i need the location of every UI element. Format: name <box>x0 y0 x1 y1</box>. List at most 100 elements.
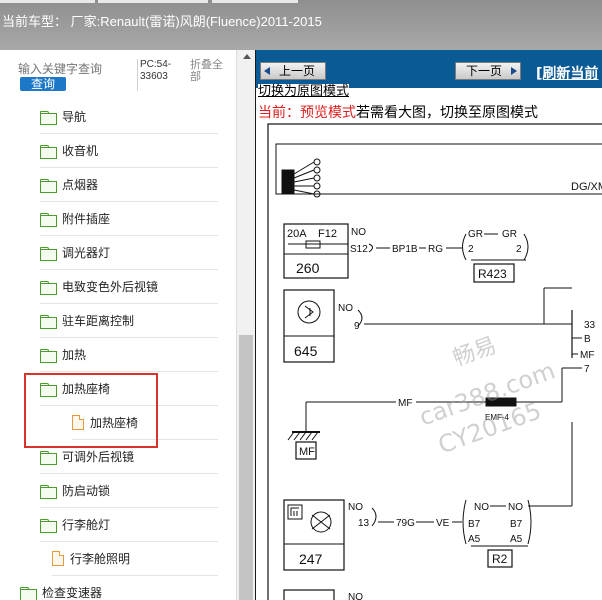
svg-text:2: 2 <box>516 244 522 255</box>
tree-item-label: 点烟器 <box>62 178 99 192</box>
tree-folder-item[interactable]: 收音机 <box>40 134 218 168</box>
tree-item-label: 收音机 <box>62 144 99 158</box>
diagram-viewer: 上一页 下一页 [刷新当前 切换为原图模式 当前：预览模式若需看大图，切换至原图… <box>256 50 602 600</box>
svg-text:79G: 79G <box>396 518 415 529</box>
svg-text:NO: NO <box>348 592 363 600</box>
scrollbar-thumb[interactable] <box>239 335 253 600</box>
tree-folder-item[interactable]: 点烟器 <box>40 168 218 202</box>
scroll-up-icon[interactable] <box>243 54 251 59</box>
tree-item-label: 导航 <box>62 110 87 124</box>
fuse-rating: 20A <box>287 228 307 240</box>
svg-text:R423: R423 <box>478 267 507 281</box>
tree-item-label: 加热 <box>62 348 87 362</box>
component-partial <box>283 589 335 600</box>
folder-icon <box>40 450 57 465</box>
tree-item-label: 调光器灯 <box>62 246 111 260</box>
search-button[interactable]: 查询 <box>20 77 66 91</box>
vehicle-title: 当前车型： 厂家:Renault(雷诺)风朗(Fluence)2011-2015 <box>2 14 322 29</box>
tree-item-label: 可调外后视镜 <box>62 450 135 464</box>
switch-original-link[interactable]: 切换为原图模式 <box>258 84 350 100</box>
title-strip <box>212 0 298 3</box>
folder-icon <box>40 212 57 227</box>
tree-folder-item[interactable]: 电致变色外后视镜 <box>40 270 218 304</box>
collapse-all-link[interactable]: 折叠全部 <box>190 59 230 83</box>
svg-text:13: 13 <box>358 518 370 529</box>
svg-text:MF: MF <box>580 350 594 361</box>
prev-page-button[interactable]: 上一页 <box>260 62 326 80</box>
next-page-label: 下一页 <box>466 64 503 78</box>
svg-text:NO: NO <box>508 502 523 513</box>
svg-text:VE: VE <box>436 518 450 529</box>
refresh-link[interactable]: [刷新当前 <box>536 63 598 83</box>
mode-status: 当前：预览模式若需看大图，切换至原图模式 <box>258 102 538 122</box>
svg-text:RG: RG <box>428 244 443 255</box>
svg-text:GR: GR <box>468 229 483 240</box>
tree-item-label: 检查变速器 <box>42 586 103 600</box>
svg-text:B7: B7 <box>468 519 481 530</box>
tree-folder-item[interactable]: 行李舱灯 <box>40 508 218 542</box>
svg-text:645: 645 <box>294 343 318 359</box>
svg-text:GR: GR <box>502 229 517 240</box>
tree-folder-item[interactable]: 导航 <box>40 100 218 134</box>
tree-folder-item[interactable]: 驻车距离控制 <box>40 304 218 338</box>
tree-item-label: 附件插座 <box>62 212 111 226</box>
svg-text:NO: NO <box>348 502 363 513</box>
tree-leaf-item[interactable]: 行李舱照明 <box>52 542 218 576</box>
tree-item-label: 防启动锁 <box>62 484 111 498</box>
tree-item-label: 行李舱照明 <box>70 552 131 566</box>
svg-text:S12: S12 <box>350 244 368 255</box>
title-strip <box>0 0 95 3</box>
svg-text:B7: B7 <box>510 519 523 530</box>
folder-icon <box>40 280 57 295</box>
svg-text:NO: NO <box>338 303 353 314</box>
folder-icon <box>40 144 57 159</box>
next-page-button[interactable]: 下一页 <box>455 62 521 80</box>
arrow-right-icon <box>511 67 517 75</box>
svg-text:247: 247 <box>299 551 323 567</box>
svg-text:BP1B: BP1B <box>392 244 418 255</box>
viewer-toolbar: 上一页 下一页 [刷新当前 <box>256 50 602 88</box>
svg-text:A5: A5 <box>510 534 523 545</box>
tree-item-label: 电致变色外后视镜 <box>62 280 159 294</box>
svg-text:MF: MF <box>299 446 315 458</box>
component-number: 260 <box>296 260 320 276</box>
diagram-header-band <box>275 143 602 195</box>
tree-folder-item[interactable]: 加热 <box>40 338 218 372</box>
folder-icon <box>40 110 57 125</box>
tree-folder-item[interactable]: 调光器灯 <box>40 236 218 270</box>
search-input[interactable] <box>18 59 104 79</box>
sidebar-scrollbar[interactable] <box>236 50 256 600</box>
tree-item-label: 驻车距离控制 <box>62 314 135 328</box>
svg-text:9: 9 <box>354 321 360 332</box>
mode-current-label: 当前： <box>258 105 300 121</box>
title-bar: 当前车型： 厂家:Renault(雷诺)风朗(Fluence)2011-2015 <box>0 0 602 50</box>
folder-icon <box>40 314 57 329</box>
tree-folder-item[interactable]: 防启动锁 <box>40 474 218 508</box>
prev-page-label: 上一页 <box>279 64 316 78</box>
folder-icon <box>40 484 57 499</box>
fuse-id: F12 <box>318 228 337 240</box>
connector-block-icon <box>281 169 295 195</box>
arrow-left-icon <box>264 67 270 75</box>
folder-open-icon <box>40 518 57 533</box>
pc-code: PC:54-33603 <box>137 59 183 91</box>
tree-folder-item[interactable]: 附件插座 <box>40 202 218 236</box>
tree-item-label: 行李舱灯 <box>62 518 111 532</box>
svg-text:33: 33 <box>584 320 596 331</box>
document-icon <box>52 551 64 566</box>
folder-icon <box>40 348 57 363</box>
folder-icon <box>20 586 37 600</box>
title-strip <box>98 0 208 3</box>
svg-text:NO: NO <box>474 502 489 513</box>
svg-text:A5: A5 <box>468 534 481 545</box>
mode-name: 预览模式 <box>300 105 356 121</box>
folder-icon <box>40 246 57 261</box>
tree-folder-item[interactable]: 检查变速器 <box>20 576 218 600</box>
selection-highlight <box>24 373 158 448</box>
header-code: DG/XM <box>571 181 602 193</box>
horn-icon <box>297 300 321 324</box>
svg-text:B: B <box>584 334 591 345</box>
sidebar: 查询 PC:54-33603 折叠全部 导航收音机点烟器附件插座调光器灯电致变色… <box>0 50 256 600</box>
folder-icon <box>40 178 57 193</box>
svg-text:R2: R2 <box>492 552 508 566</box>
